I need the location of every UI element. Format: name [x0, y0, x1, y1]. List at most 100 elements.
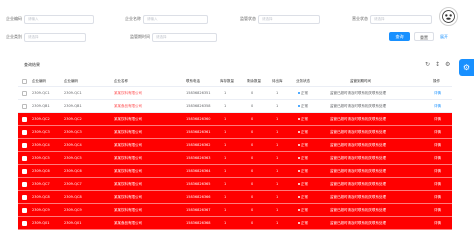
cell-text: 某某饮料有限公司 — [114, 168, 142, 173]
cell-text: 0 — [251, 156, 254, 160]
cell-text: 0 — [251, 91, 254, 95]
cell-text: 某某食品有限公司 — [114, 220, 142, 225]
detail-link[interactable]: 详情 — [434, 204, 441, 216]
avatar-icon[interactable] — [439, 7, 458, 26]
status-dot-icon — [298, 131, 300, 133]
cell-text: 某某饮料有限公司 — [114, 116, 142, 121]
query-button[interactable]: 查询 — [389, 32, 410, 41]
cell-status: 正常 — [298, 191, 308, 203]
reset-button[interactable]: 重置 — [414, 32, 434, 41]
cell-text: 1 — [224, 169, 227, 173]
cell-text: 1 — [224, 130, 227, 134]
cell-date: 监管已超时请及时联系相关联系处理 — [330, 87, 386, 99]
header-cell: 企业名称 — [114, 79, 128, 83]
time-select[interactable]: 请选择 — [152, 32, 217, 42]
cell-remain: 0 — [251, 139, 253, 151]
filter-company-name: 企业名称 请输入 — [125, 13, 208, 25]
refresh-icon[interactable]: ↻ — [425, 61, 430, 68]
cell-text: 详情 — [434, 168, 441, 173]
table-row: 2309-QC5 2309-QC5 某某饮料有限公司 15836826363 1 0 1 正常… — [18, 152, 452, 165]
cell-phone: 15836826367 — [186, 204, 211, 216]
cell-phone: 15836826351 — [186, 87, 211, 99]
company-name-input[interactable]: 请输入 — [143, 14, 208, 24]
row-checkbox[interactable] — [22, 87, 27, 99]
side-settings-button[interactable]: ⚙ — [459, 59, 474, 76]
cell-text: 正常 — [301, 155, 308, 160]
detail-link[interactable]: 详情 — [434, 191, 441, 203]
cell-phone: 15836826362 — [186, 139, 211, 151]
row-checkbox[interactable] — [22, 191, 27, 203]
cell-text: 1 — [276, 221, 279, 225]
cell-text: 某某饮料有限公司 — [114, 90, 142, 95]
cell-text: 监管已超时请及时联系相关联系处理 — [330, 103, 386, 108]
cell-text: 2309-QB1 — [32, 104, 50, 108]
cell-text: 2309-QC3 — [64, 130, 82, 134]
cell-text: 某某食品有限公司 — [114, 103, 142, 108]
detail-link[interactable]: 详情 — [434, 113, 441, 125]
detail-link[interactable]: 详情 — [434, 165, 441, 177]
row-checkbox[interactable] — [22, 204, 27, 216]
cell-text: 1 — [276, 117, 279, 121]
expand-link[interactable]: 展开 — [440, 34, 448, 40]
header-cell: 操作 — [433, 79, 440, 83]
checkbox-box — [22, 90, 27, 96]
cell-code: 2309-Q01 — [32, 217, 50, 229]
cell-text: 2309-QC5 — [64, 156, 82, 160]
detail-link[interactable]: 详情 — [434, 178, 441, 190]
filter-time: 监管期时间 请选择 — [130, 31, 217, 43]
checkbox-box — [22, 103, 27, 109]
company-code-input[interactable]: 请输入 — [24, 14, 94, 24]
column-height-icon[interactable]: ↕ — [435, 61, 440, 68]
cell-text: 1 — [276, 130, 279, 134]
cell-text: 0 — [251, 117, 254, 121]
cell-qty: 1 — [224, 126, 226, 138]
detail-link[interactable]: 详情 — [434, 152, 441, 164]
cell-remain: 0 — [251, 113, 253, 125]
cell-text: 监管已超时请及时联系相关联系处理 — [330, 90, 386, 95]
row-checkbox[interactable] — [22, 126, 27, 138]
detail-link[interactable]: 详情 — [434, 217, 441, 229]
enterprise-type-select[interactable]: 请选择 — [24, 32, 86, 42]
cell-phone: 15836826364 — [186, 165, 211, 177]
row-checkbox[interactable] — [22, 165, 27, 177]
row-checkbox[interactable] — [22, 178, 27, 190]
detail-link[interactable]: 详情 — [434, 100, 441, 112]
status-dot-icon — [298, 170, 300, 172]
cell-text: 详情 — [434, 207, 441, 212]
cell-pending: 1 — [276, 204, 278, 216]
row-checkbox[interactable] — [22, 100, 27, 112]
cell-code: 2309-QC1 — [32, 87, 50, 99]
filter-enterprise-type: 企业类别 请选择 — [6, 31, 86, 43]
select-all-checkbox[interactable] — [22, 77, 27, 86]
cell-status: 正常 — [298, 139, 308, 151]
header-cell: 待出库 — [272, 79, 283, 83]
detail-link[interactable]: 详情 — [434, 87, 441, 99]
avatar-face-icon — [442, 10, 455, 23]
table-row: 2309-QC9 2309-QC9 某某饮料有限公司 15836826367 1 0 1 正常… — [18, 204, 452, 217]
cell-text: 监管已超时请及时联系相关联系处理 — [330, 220, 386, 225]
row-checkbox[interactable] — [22, 139, 27, 151]
cell-text: 1 — [224, 208, 227, 212]
cell-date: 监管已超时请及时联系相关联系处理 — [330, 139, 386, 151]
business-status-select[interactable]: 请选择 — [370, 14, 432, 24]
cell-pending: 1 — [276, 191, 278, 203]
cell-text: 2309-QC3 — [32, 130, 50, 134]
cell-qty: 1 — [224, 178, 226, 190]
detail-link[interactable]: 详情 — [434, 139, 441, 151]
supervision-status-select[interactable]: 请选择 — [258, 14, 320, 24]
cell-text: 2309-QC6 — [32, 169, 50, 173]
checkbox-box — [22, 194, 27, 200]
row-checkbox[interactable] — [22, 152, 27, 164]
row-checkbox[interactable] — [22, 113, 27, 125]
cell-date: 监管已超时请及时联系相关联系处理 — [330, 152, 386, 164]
cell-code: 2309-QB1 — [32, 100, 50, 112]
cell-text: 15836826365 — [186, 182, 211, 186]
cell-phone: 15836826368 — [186, 217, 211, 229]
cell-text: 1 — [276, 182, 279, 186]
cell-status: 正常 — [298, 126, 308, 138]
row-checkbox[interactable] — [22, 217, 27, 229]
detail-link[interactable]: 详情 — [434, 126, 441, 138]
cell-name: 某某食品有限公司 — [114, 100, 142, 112]
setting-icon[interactable]: ⚙ — [445, 61, 450, 68]
cell-text: 详情 — [434, 220, 441, 225]
